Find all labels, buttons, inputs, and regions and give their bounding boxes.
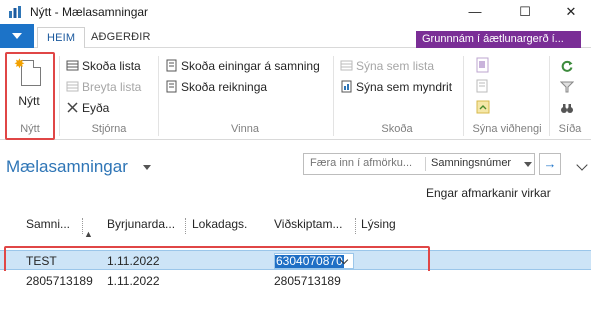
invoice-icon bbox=[166, 80, 177, 93]
highlight-selected-row bbox=[4, 246, 430, 274]
clear-filter-icon[interactable] bbox=[560, 81, 574, 93]
chart-icon bbox=[341, 80, 352, 93]
view-units-label: Skoða einingar á samning bbox=[181, 59, 320, 73]
maximize-button[interactable]: ☐ bbox=[505, 0, 545, 24]
filter-field-select[interactable]: Samningsnúmer bbox=[431, 157, 511, 169]
notes-icon[interactable] bbox=[476, 79, 490, 93]
group-divider bbox=[549, 56, 550, 136]
apply-filter-button[interactable]: → bbox=[539, 153, 561, 175]
group-label-attachments: Sýna viðhengi bbox=[472, 123, 542, 135]
show-as-list-button[interactable]: Sýna sem lista bbox=[340, 57, 434, 75]
minimize-button[interactable]: — bbox=[455, 0, 495, 24]
filter-status: Engar afmarkanir virkar bbox=[426, 186, 551, 200]
chevron-down-icon[interactable] bbox=[524, 162, 532, 167]
links-icon[interactable] bbox=[476, 100, 490, 114]
group-label-manage: Stjórna bbox=[91, 123, 127, 135]
tab-actions[interactable]: AÐGERÐIR bbox=[82, 27, 160, 49]
column-header-customer[interactable]: Viðskiptam... bbox=[274, 217, 342, 231]
column-divider bbox=[82, 218, 83, 234]
view-invoices-button[interactable]: Skoða reikninga bbox=[165, 78, 267, 96]
show-as-list-label: Sýna sem lista bbox=[356, 59, 435, 73]
find-icon[interactable] bbox=[560, 102, 574, 114]
close-button[interactable]: ✕ bbox=[551, 0, 591, 24]
edit-list-label: Breyta lista bbox=[82, 80, 142, 94]
tab-home[interactable]: HEIM bbox=[37, 27, 86, 49]
highlight-new-group bbox=[5, 52, 55, 140]
table-row[interactable]: 2805713189 1.11.2022 2805713189 bbox=[0, 271, 591, 291]
collapse-chevron-icon[interactable] bbox=[576, 159, 588, 171]
chevron-down-icon bbox=[12, 33, 22, 39]
cell-start-date[interactable]: 1.11.2022 bbox=[107, 274, 160, 288]
group-label-view: Skoða bbox=[381, 123, 413, 135]
group-divider bbox=[158, 56, 159, 136]
window-title: Nýtt - Mælasamningar bbox=[30, 5, 149, 19]
column-divider bbox=[355, 218, 356, 234]
ribbon: ✸ Nýtt Nýtt Skoða lista Breyta lista Eyð… bbox=[0, 48, 591, 140]
app-menu-button[interactable] bbox=[0, 24, 34, 48]
group-label-process: Vinna bbox=[231, 123, 259, 135]
delete-button[interactable]: Eyða bbox=[66, 99, 109, 117]
onenote-icon[interactable] bbox=[476, 57, 490, 73]
group-divider bbox=[59, 56, 60, 136]
page-title[interactable]: Mælasamningar bbox=[6, 157, 128, 177]
column-header-description[interactable]: Lýsing bbox=[361, 217, 396, 231]
view-units-button[interactable]: Skoða einingar á samning bbox=[165, 57, 320, 75]
column-header-start-date[interactable]: Byrjunarda... bbox=[107, 217, 175, 231]
group-label-page: Síða bbox=[558, 123, 582, 135]
edit-list-icon bbox=[66, 81, 79, 92]
filter-box: Samningsnúmer bbox=[303, 153, 535, 175]
filter-input[interactable] bbox=[310, 157, 422, 169]
view-list-label: Skoða lista bbox=[82, 59, 141, 73]
filter-divider bbox=[425, 157, 426, 171]
show-as-chart-button[interactable]: Sýna sem myndrit bbox=[340, 78, 452, 96]
chevron-down-icon[interactable] bbox=[143, 165, 151, 170]
list-view-icon bbox=[66, 60, 79, 71]
refresh-icon[interactable] bbox=[560, 59, 574, 73]
delete-label: Eyða bbox=[82, 101, 110, 115]
column-header-contract-no[interactable]: Samni... bbox=[26, 217, 70, 231]
column-divider bbox=[185, 218, 186, 234]
edit-list-button[interactable]: Breyta lista bbox=[66, 78, 141, 96]
cell-contract-no[interactable]: 2805713189 bbox=[26, 274, 93, 288]
group-divider bbox=[333, 56, 334, 136]
app-icon bbox=[9, 6, 21, 18]
title-bar: Nýtt - Mælasamningar — ☐ ✕ bbox=[0, 0, 591, 24]
view-invoices-label: Skoða reikninga bbox=[181, 80, 268, 94]
delete-icon bbox=[67, 102, 78, 113]
group-divider bbox=[463, 56, 464, 136]
cell-customer[interactable]: 2805713189 bbox=[274, 274, 341, 288]
column-header-end-date[interactable]: Lokadags. bbox=[192, 217, 247, 231]
show-as-chart-label: Sýna sem myndrit bbox=[356, 80, 453, 94]
document-icon bbox=[166, 59, 177, 72]
view-list-button[interactable]: Skoða lista bbox=[66, 57, 141, 75]
sort-ascending-icon: ▲ bbox=[84, 229, 93, 239]
company-badge[interactable]: Grunnnám í áætlunargerð í... bbox=[416, 31, 581, 48]
list-icon bbox=[340, 60, 353, 71]
ribbon-tab-row: HEIM AÐGERÐIR Grunnnám í áætlunargerð í.… bbox=[0, 24, 591, 49]
